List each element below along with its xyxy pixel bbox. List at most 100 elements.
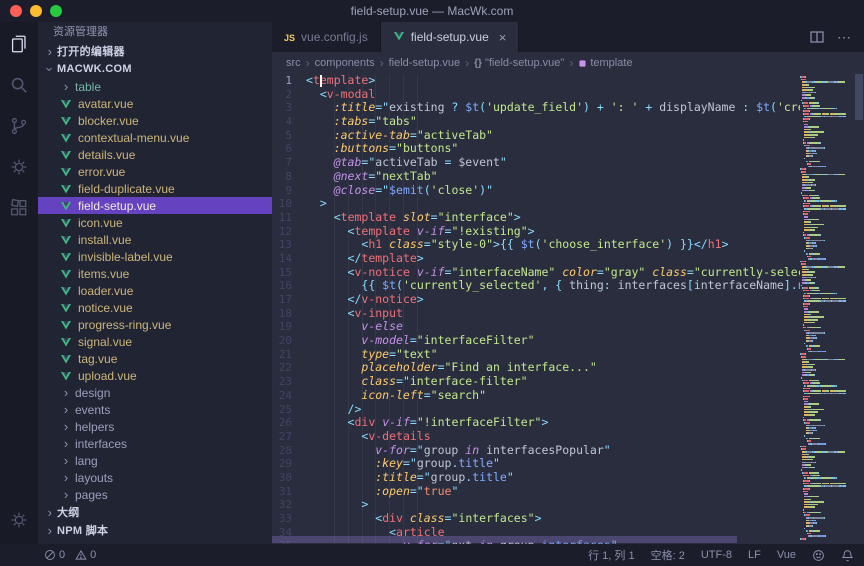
code-line[interactable]: 9 @close="$emit('close')"	[272, 184, 800, 198]
code-line[interactable]: 16 {{ $t('currently_selected', { thing: …	[272, 279, 800, 293]
tree-item-progress-ring.vue[interactable]: progress-ring.vue	[38, 316, 272, 333]
code-text: placeholder="Find an interface..."	[306, 361, 597, 375]
code-line[interactable]: 31 :open="true"	[272, 485, 800, 499]
tree-item-icon.vue[interactable]: icon.vue	[38, 214, 272, 231]
code-line[interactable]: 28 v-for="group in interfacesPopular"	[272, 444, 800, 458]
code-line[interactable]: 27 <v-details	[272, 430, 800, 444]
extensions-icon[interactable]	[7, 196, 31, 220]
tree-item-loader.vue[interactable]: loader.vue	[38, 282, 272, 299]
tree-item-table[interactable]: table	[38, 78, 272, 95]
code-line[interactable]: 4 :tabs="tabs"	[272, 115, 800, 129]
status-item[interactable]: 行 1, 列 1	[588, 547, 634, 563]
breadcrumb-item[interactable]: field-setup.vue	[389, 57, 461, 69]
error-count[interactable]: 0	[44, 549, 65, 561]
breadcrumb-item[interactable]: template	[578, 57, 632, 69]
minimap[interactable]	[800, 74, 854, 544]
code-line[interactable]: 25 />	[272, 403, 800, 417]
code-line[interactable]: 10 >	[272, 197, 800, 211]
more-actions-icon[interactable]: ⋯	[837, 29, 852, 46]
bell-icon[interactable]	[841, 549, 854, 562]
code-line[interactable]: 17 </v-notice>	[272, 293, 800, 307]
tree-item-lang[interactable]: lang	[38, 452, 272, 469]
tree-item-helpers[interactable]: helpers	[38, 418, 272, 435]
tree-item-details.vue[interactable]: details.vue	[38, 146, 272, 163]
files-icon[interactable]	[7, 32, 31, 56]
tree-item-layouts[interactable]: layouts	[38, 469, 272, 486]
code-line[interactable]: 18 <v-input	[272, 307, 800, 321]
chevron-right-icon	[60, 419, 72, 434]
settings-gear-icon[interactable]	[7, 508, 31, 532]
code-line[interactable]: 11 <template slot="interface">	[272, 211, 800, 225]
tree-item-events[interactable]: events	[38, 401, 272, 418]
code-line[interactable]: 30 :title="group.title"	[272, 471, 800, 485]
tree-item-upload.vue[interactable]: upload.vue	[38, 367, 272, 384]
status-item[interactable]: UTF-8	[701, 549, 732, 561]
code-line[interactable]: 32 >	[272, 498, 800, 512]
code-line[interactable]: 19 v-else	[272, 320, 800, 334]
code-line[interactable]: 13 <h1 class="style-0">{{ $t('choose_int…	[272, 238, 800, 252]
code-line[interactable]: 7 @tab="activeTab = $event"	[272, 156, 800, 170]
tree-item-install.vue[interactable]: install.vue	[38, 231, 272, 248]
tab-vue.config.js[interactable]: JSvue.config.js	[272, 22, 381, 52]
breadcrumb-item[interactable]: {}"field-setup.vue"	[474, 57, 564, 69]
tree-item-notice.vue[interactable]: notice.vue	[38, 299, 272, 316]
code-line[interactable]: 26 <div v-if="!interfaceFilter">	[272, 416, 800, 430]
code-line[interactable]: 1<template>	[272, 74, 800, 88]
zoom-window-button[interactable]	[50, 5, 62, 17]
minimize-window-button[interactable]	[30, 5, 42, 17]
close-tab-icon[interactable]: ×	[499, 30, 507, 45]
npm-scripts-section[interactable]: NPM 脚本	[38, 521, 272, 539]
tree-item-avatar.vue[interactable]: avatar.vue	[38, 95, 272, 112]
horizontal-scrollbar[interactable]	[272, 536, 737, 543]
code-line[interactable]: 21 type="text"	[272, 348, 800, 362]
code-line[interactable]: 2 <v-modal	[272, 88, 800, 102]
code-line[interactable]: 33 <div class="interfaces">	[272, 512, 800, 526]
tree-item-design[interactable]: design	[38, 384, 272, 401]
problems-indicator[interactable]: 00	[44, 549, 96, 561]
code-line[interactable]: 3 :title="existing ? $t('update_field') …	[272, 101, 800, 115]
workspace-section[interactable]: MACWK.COM	[38, 60, 272, 78]
line-number: 12	[272, 225, 306, 239]
debug-gear-icon[interactable]	[7, 155, 31, 179]
code-line[interactable]: 23 class="interface-filter"	[272, 375, 800, 389]
warning-count[interactable]: 0	[75, 549, 96, 561]
tree-item-contextual-menu.vue[interactable]: contextual-menu.vue	[38, 129, 272, 146]
close-window-button[interactable]	[10, 5, 22, 17]
line-number: 24	[272, 389, 306, 403]
search-icon[interactable]	[7, 73, 31, 97]
tree-item-field-setup.vue[interactable]: field-setup.vue	[38, 197, 272, 214]
source-control-icon[interactable]	[7, 114, 31, 138]
scrollbar-thumb[interactable]	[855, 74, 863, 120]
tree-item-blocker.vue[interactable]: blocker.vue	[38, 112, 272, 129]
code-line[interactable]: 22 placeholder="Find an interface..."	[272, 361, 800, 375]
feedback-smiley-icon[interactable]	[812, 549, 825, 562]
code-line[interactable]: 29 :key="group.title"	[272, 457, 800, 471]
vertical-scrollbar[interactable]	[854, 74, 864, 544]
tree-item-pages[interactable]: pages	[38, 486, 272, 503]
breadcrumb-item[interactable]: src	[286, 57, 301, 69]
tree-item-invisible-label.vue[interactable]: invisible-label.vue	[38, 248, 272, 265]
tree-item-interfaces[interactable]: interfaces	[38, 435, 272, 452]
status-item[interactable]: LF	[748, 549, 761, 561]
tree-item-error.vue[interactable]: error.vue	[38, 163, 272, 180]
code-line[interactable]: 14 </template>	[272, 252, 800, 266]
outline-section[interactable]: 大纲	[38, 503, 272, 521]
status-item[interactable]: 空格: 2	[651, 547, 685, 563]
code-line[interactable]: 6 :buttons="buttons"	[272, 142, 800, 156]
tree-item-items.vue[interactable]: items.vue	[38, 265, 272, 282]
breadcrumb-item[interactable]: components	[315, 57, 375, 69]
open-editors-section[interactable]: 打开的编辑器	[38, 42, 272, 60]
tree-item-tag.vue[interactable]: tag.vue	[38, 350, 272, 367]
code-editor[interactable]: 1<template>2 <v-modal3 :title="existing …	[272, 74, 800, 544]
code-line[interactable]: 12 <template v-if="!existing">	[272, 225, 800, 239]
code-line[interactable]: 8 @next="nextTab"	[272, 170, 800, 184]
tree-item-field-duplicate.vue[interactable]: field-duplicate.vue	[38, 180, 272, 197]
code-line[interactable]: 15 <v-notice v-if="interfaceName" color=…	[272, 266, 800, 280]
status-item[interactable]: Vue	[777, 549, 796, 561]
tab-field-setup.vue[interactable]: field-setup.vue×	[381, 22, 520, 52]
code-line[interactable]: 5 :active-tab="activeTab"	[272, 129, 800, 143]
split-editor-icon[interactable]	[809, 29, 825, 45]
code-line[interactable]: 24 icon-left="search"	[272, 389, 800, 403]
tree-item-signal.vue[interactable]: signal.vue	[38, 333, 272, 350]
code-line[interactable]: 20 v-model="interfaceFilter"	[272, 334, 800, 348]
